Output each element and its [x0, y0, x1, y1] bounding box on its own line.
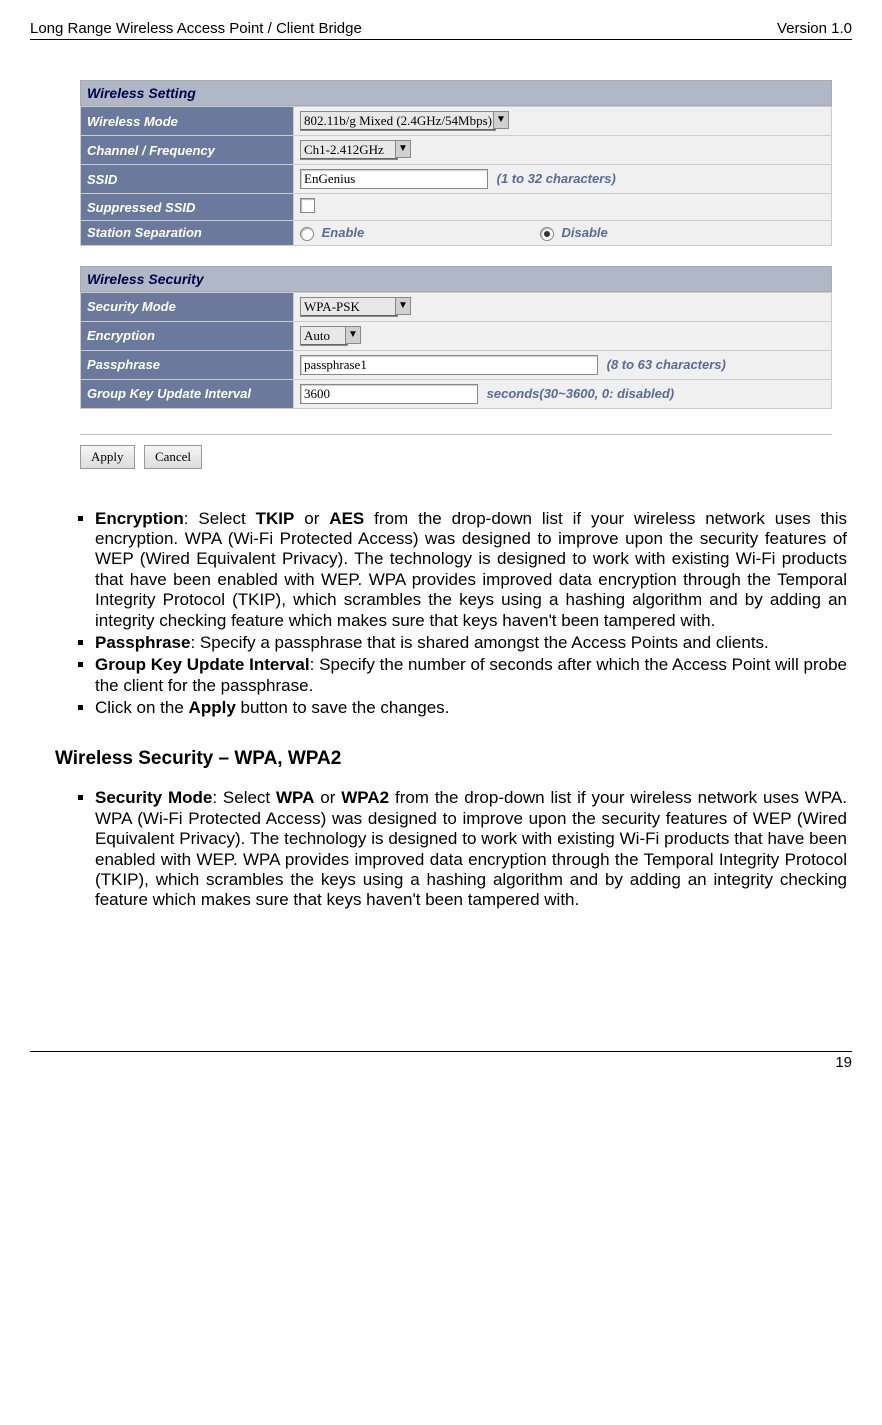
wireless-mode-label: Wireless Mode [81, 107, 294, 136]
encryption-label: Encryption [81, 321, 294, 350]
encryption-select[interactable]: Auto [300, 326, 348, 346]
group-key-input[interactable]: 3600 [300, 384, 478, 404]
bullet-encryption: Encryption: Select TKIP or AES from the … [95, 509, 847, 631]
suppressed-ssid-checkbox[interactable] [300, 198, 315, 213]
dropdown-icon[interactable]: ▼ [395, 297, 411, 315]
passphrase-hint: (8 to 63 characters) [607, 357, 726, 372]
ssid-input[interactable]: EnGenius [300, 169, 488, 189]
bullet-security-mode: Security Mode: Select WPA or WPA2 from t… [95, 788, 847, 910]
channel-select[interactable]: Ch1-2.412GHz [300, 140, 398, 160]
security-mode-label: Security Mode [81, 292, 294, 321]
ssid-hint: (1 to 32 characters) [497, 171, 616, 186]
bullet-apply: Click on the Apply button to save the ch… [95, 698, 847, 718]
dropdown-icon[interactable]: ▼ [345, 326, 361, 344]
passphrase-label: Passphrase [81, 350, 294, 379]
wireless-security-table: Security Mode WPA-PSK▼ Encryption Auto▼ … [80, 292, 832, 409]
station-sep-disable-label: Disable [562, 225, 608, 240]
header-left: Long Range Wireless Access Point / Clien… [30, 20, 362, 37]
group-key-hint: seconds(30~3600, 0: disabled) [487, 386, 675, 401]
page-number: 19 [835, 1054, 852, 1071]
wireless-setting-title: Wireless Setting [80, 80, 832, 106]
bullet-passphrase: Passphrase: Specify a passphrase that is… [95, 633, 847, 653]
cancel-button[interactable]: Cancel [144, 445, 202, 469]
security-mode-select[interactable]: WPA-PSK [300, 297, 398, 317]
wireless-security-title: Wireless Security [80, 266, 832, 292]
header-right: Version 1.0 [777, 20, 852, 37]
suppressed-ssid-label: Suppressed SSID [81, 194, 294, 221]
passphrase-input[interactable]: passphrase1 [300, 355, 598, 375]
ssid-label: SSID [81, 165, 294, 194]
wireless-setting-section: Wireless Setting Wireless Mode 802.11b/g… [80, 80, 832, 469]
station-sep-enable-label: Enable [322, 225, 365, 240]
dropdown-icon[interactable]: ▼ [395, 140, 411, 158]
channel-label: Channel / Frequency [81, 136, 294, 165]
bullet-group-key: Group Key Update Interval: Specify the n… [95, 655, 847, 696]
wireless-setting-table: Wireless Mode 802.11b/g Mixed (2.4GHz/54… [80, 106, 832, 246]
page-header: Long Range Wireless Access Point / Clien… [30, 20, 852, 40]
apply-button[interactable]: Apply [80, 445, 135, 469]
wireless-mode-select[interactable]: 802.11b/g Mixed (2.4GHz/54Mbps) [300, 111, 496, 131]
heading-wpa-wpa2: Wireless Security – WPA, WPA2 [55, 748, 847, 770]
body-text: Encryption: Select TKIP or AES from the … [35, 509, 847, 911]
station-sep-enable-radio[interactable] [300, 227, 314, 241]
dropdown-icon[interactable]: ▼ [493, 111, 509, 129]
divider [80, 434, 832, 435]
group-key-label: Group Key Update Interval [81, 379, 294, 408]
page-footer: 19 [30, 1051, 852, 1071]
station-sep-label: Station Separation [81, 221, 294, 246]
station-sep-disable-radio[interactable] [540, 227, 554, 241]
